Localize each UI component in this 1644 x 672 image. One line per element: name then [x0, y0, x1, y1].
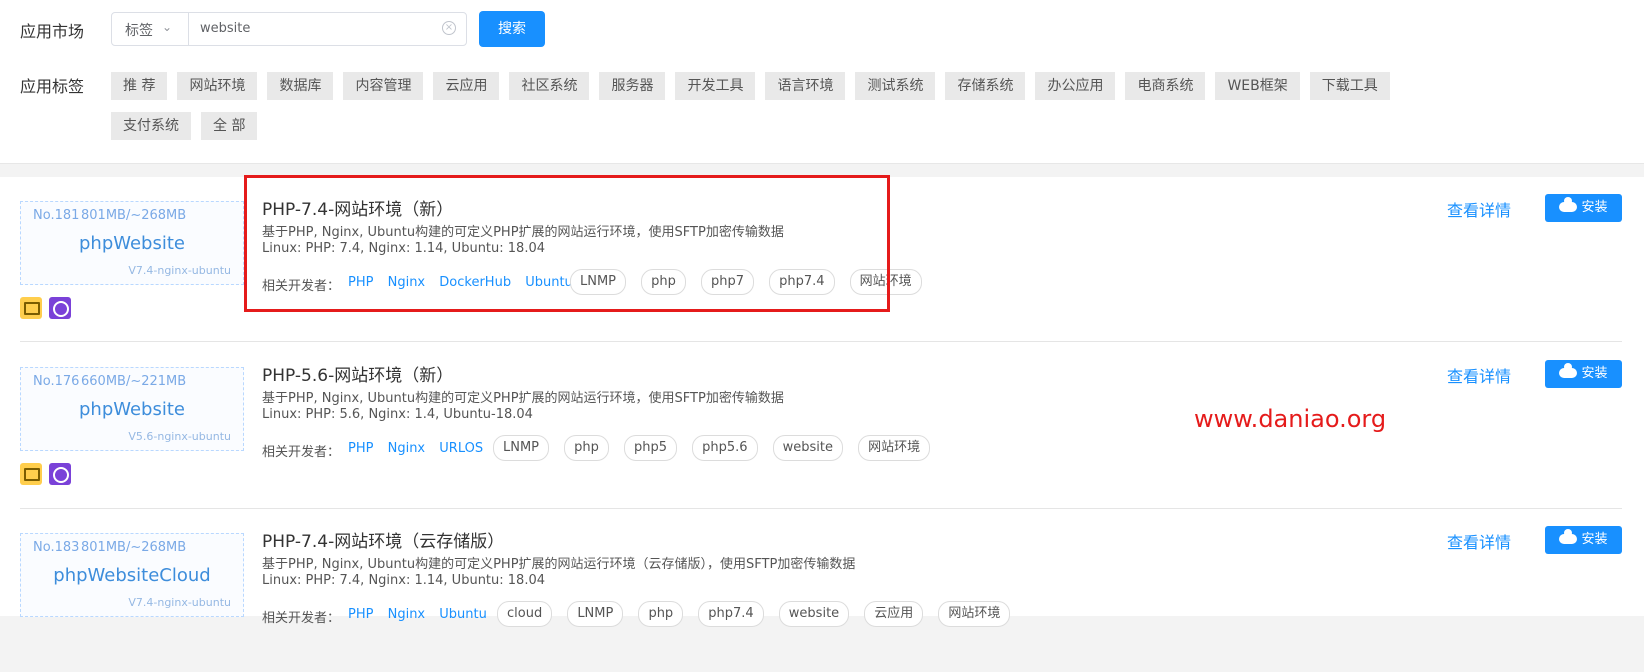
- app-versions: Linux: PHP: 7.4, Nginx: 1.14, Ubuntu: 18…: [262, 573, 545, 588]
- app-tags-label: 应用标签: [20, 77, 85, 96]
- app-versions: Linux: PHP: 5.6, Nginx: 1.4, Ubuntu-18.0…: [262, 407, 533, 422]
- chip[interactable]: php5.6: [692, 435, 758, 461]
- tag-1[interactable]: 网站环境: [177, 72, 258, 100]
- chip-list: cloud LNMP php php7.4 website 云应用 网站环境: [497, 601, 1020, 627]
- power-icon: [49, 297, 72, 319]
- image-icon: [20, 463, 42, 485]
- developer-label: 相关开发者：: [262, 445, 341, 460]
- detail-link[interactable]: 查看详情: [1447, 197, 1511, 221]
- developer-links: PHP Nginx Ubuntu: [348, 607, 497, 622]
- tag-15[interactable]: 支付系统: [111, 112, 191, 140]
- tag-7[interactable]: 开发工具: [675, 72, 756, 100]
- tag-0[interactable]: 推 荐: [111, 72, 168, 100]
- tag-10[interactable]: 存储系统: [945, 72, 1026, 100]
- app-name: phpWebsite: [78, 399, 185, 420]
- developer-link[interactable]: Ubuntu: [439, 607, 487, 622]
- app-description: 基于PHP, Nginx, Ubuntu构建的可定义PHP扩展的网站运行环境（云…: [262, 557, 856, 572]
- chip[interactable]: 网站环境: [858, 435, 931, 461]
- install-button[interactable]: 安装: [1545, 360, 1622, 388]
- developer-link[interactable]: Nginx: [388, 607, 426, 622]
- chip[interactable]: php: [564, 435, 609, 461]
- search-type-value: 标签: [125, 23, 153, 39]
- image-icon: [20, 297, 42, 319]
- app-icons: [20, 463, 73, 485]
- clear-icon[interactable]: ×: [442, 21, 456, 35]
- chevron-down-icon: ⌄: [162, 20, 173, 34]
- app-title[interactable]: PHP-7.4-网站环境（云存储版）: [262, 527, 504, 552]
- app-version: V5.6-nginx-ubuntu: [128, 430, 231, 443]
- chip[interactable]: php5: [623, 435, 677, 461]
- tag-9[interactable]: 测试系统: [855, 72, 936, 100]
- app-name: phpWebsiteCloud: [53, 565, 211, 586]
- app-thumbnail[interactable]: No.176 660MB/~221MB phpWebsite V5.6-ngin…: [20, 367, 244, 451]
- chip-list: LNMP php php5 php5.6 website 网站环境: [493, 435, 940, 461]
- developer-link[interactable]: PHP: [348, 441, 373, 456]
- chip[interactable]: website: [778, 601, 850, 627]
- tag-4[interactable]: 云应用: [433, 72, 500, 100]
- watermark: www.daniao.org: [1194, 405, 1387, 433]
- search-input[interactable]: website: [200, 21, 250, 36]
- tag-13[interactable]: WEB框架: [1215, 72, 1300, 100]
- app-version: V7.4-nginx-ubuntu: [128, 264, 231, 277]
- chip[interactable]: php: [638, 601, 684, 627]
- developer-link[interactable]: URLOS: [439, 441, 483, 456]
- divider: [20, 341, 1622, 342]
- app-card-183: No.183 801MB/~268MB phpWebsiteCloud V7.4…: [0, 509, 1644, 672]
- app-market-label: 应用市场: [20, 22, 85, 41]
- chip[interactable]: 网站环境: [938, 601, 1011, 627]
- install-label: 安装: [1581, 366, 1608, 381]
- tag-5[interactable]: 社区系统: [509, 72, 590, 100]
- app-version: V7.4-nginx-ubuntu: [128, 596, 231, 609]
- search-button[interactable]: 搜索: [479, 11, 545, 47]
- detail-link[interactable]: 查看详情: [1447, 529, 1511, 553]
- app-number: No.176: [33, 374, 80, 389]
- cloud-download-icon: [1559, 197, 1578, 212]
- developer-label: 相关开发者：: [262, 611, 341, 626]
- highlight-box: [244, 175, 890, 312]
- app-number: No.181: [33, 208, 80, 223]
- chip[interactable]: website: [772, 435, 843, 461]
- app-name: phpWebsite: [78, 233, 185, 254]
- chip[interactable]: php7.4: [698, 601, 764, 627]
- search-type-select[interactable]: 标签 ⌄: [112, 13, 189, 45]
- tag-11[interactable]: 办公应用: [1035, 72, 1116, 100]
- developer-link[interactable]: Nginx: [388, 441, 426, 456]
- install-button[interactable]: 安装: [1545, 526, 1622, 554]
- app-icons: [20, 297, 73, 319]
- chip[interactable]: 云应用: [864, 601, 924, 627]
- install-button[interactable]: 安装: [1545, 194, 1622, 222]
- power-icon: [49, 463, 72, 485]
- install-label: 安装: [1581, 532, 1608, 547]
- app-size: 660MB/~221MB: [81, 374, 187, 389]
- app-size: 801MB/~268MB: [81, 208, 187, 223]
- app-title[interactable]: PHP-5.6-网站环境（新）: [262, 361, 453, 386]
- search-box[interactable]: 标签 ⌄ website ×: [111, 12, 467, 46]
- tag-3[interactable]: 内容管理: [343, 72, 424, 100]
- chip[interactable]: LNMP: [493, 435, 550, 461]
- app-card-176: No.176 660MB/~221MB phpWebsite V5.6-ngin…: [0, 343, 1644, 506]
- chip[interactable]: LNMP: [567, 601, 624, 627]
- top-filter-panel: 应用市场 标签 ⌄ website × 搜索 应用标签 推 荐网站环境 数据库 内容…: [0, 0, 1644, 164]
- tag-2[interactable]: 数据库: [267, 72, 334, 100]
- developer-link[interactable]: PHP: [348, 607, 373, 622]
- install-label: 安装: [1581, 200, 1608, 215]
- tag-6[interactable]: 服务器: [599, 72, 666, 100]
- tag-list: 推 荐网站环境 数据库 内容管理 云应用 社区系统 服务器 开发工具 语言环境 测试系统 存储系统…: [111, 72, 1471, 152]
- developer-links: PHP Nginx URLOS: [348, 441, 493, 456]
- app-description: 基于PHP, Nginx, Ubuntu构建的可定义PHP扩展的网站运行环境，使…: [262, 391, 784, 406]
- tag-14[interactable]: 下载工具: [1309, 72, 1390, 100]
- tag-12[interactable]: 电商系统: [1125, 72, 1206, 100]
- cloud-download-icon: [1559, 529, 1578, 544]
- app-thumbnail[interactable]: No.181 801MB/~268MB phpWebsite V7.4-ngin…: [20, 201, 244, 285]
- tag-8[interactable]: 语言环境: [765, 72, 846, 100]
- chip[interactable]: cloud: [497, 601, 553, 627]
- app-thumbnail[interactable]: No.183 801MB/~268MB phpWebsiteCloud V7.4…: [20, 533, 244, 617]
- app-size: 801MB/~268MB: [81, 540, 187, 555]
- cloud-download-icon: [1559, 363, 1578, 378]
- detail-link[interactable]: 查看详情: [1447, 363, 1511, 387]
- tag-16[interactable]: 全 部: [201, 112, 258, 140]
- app-number: No.183: [33, 540, 80, 555]
